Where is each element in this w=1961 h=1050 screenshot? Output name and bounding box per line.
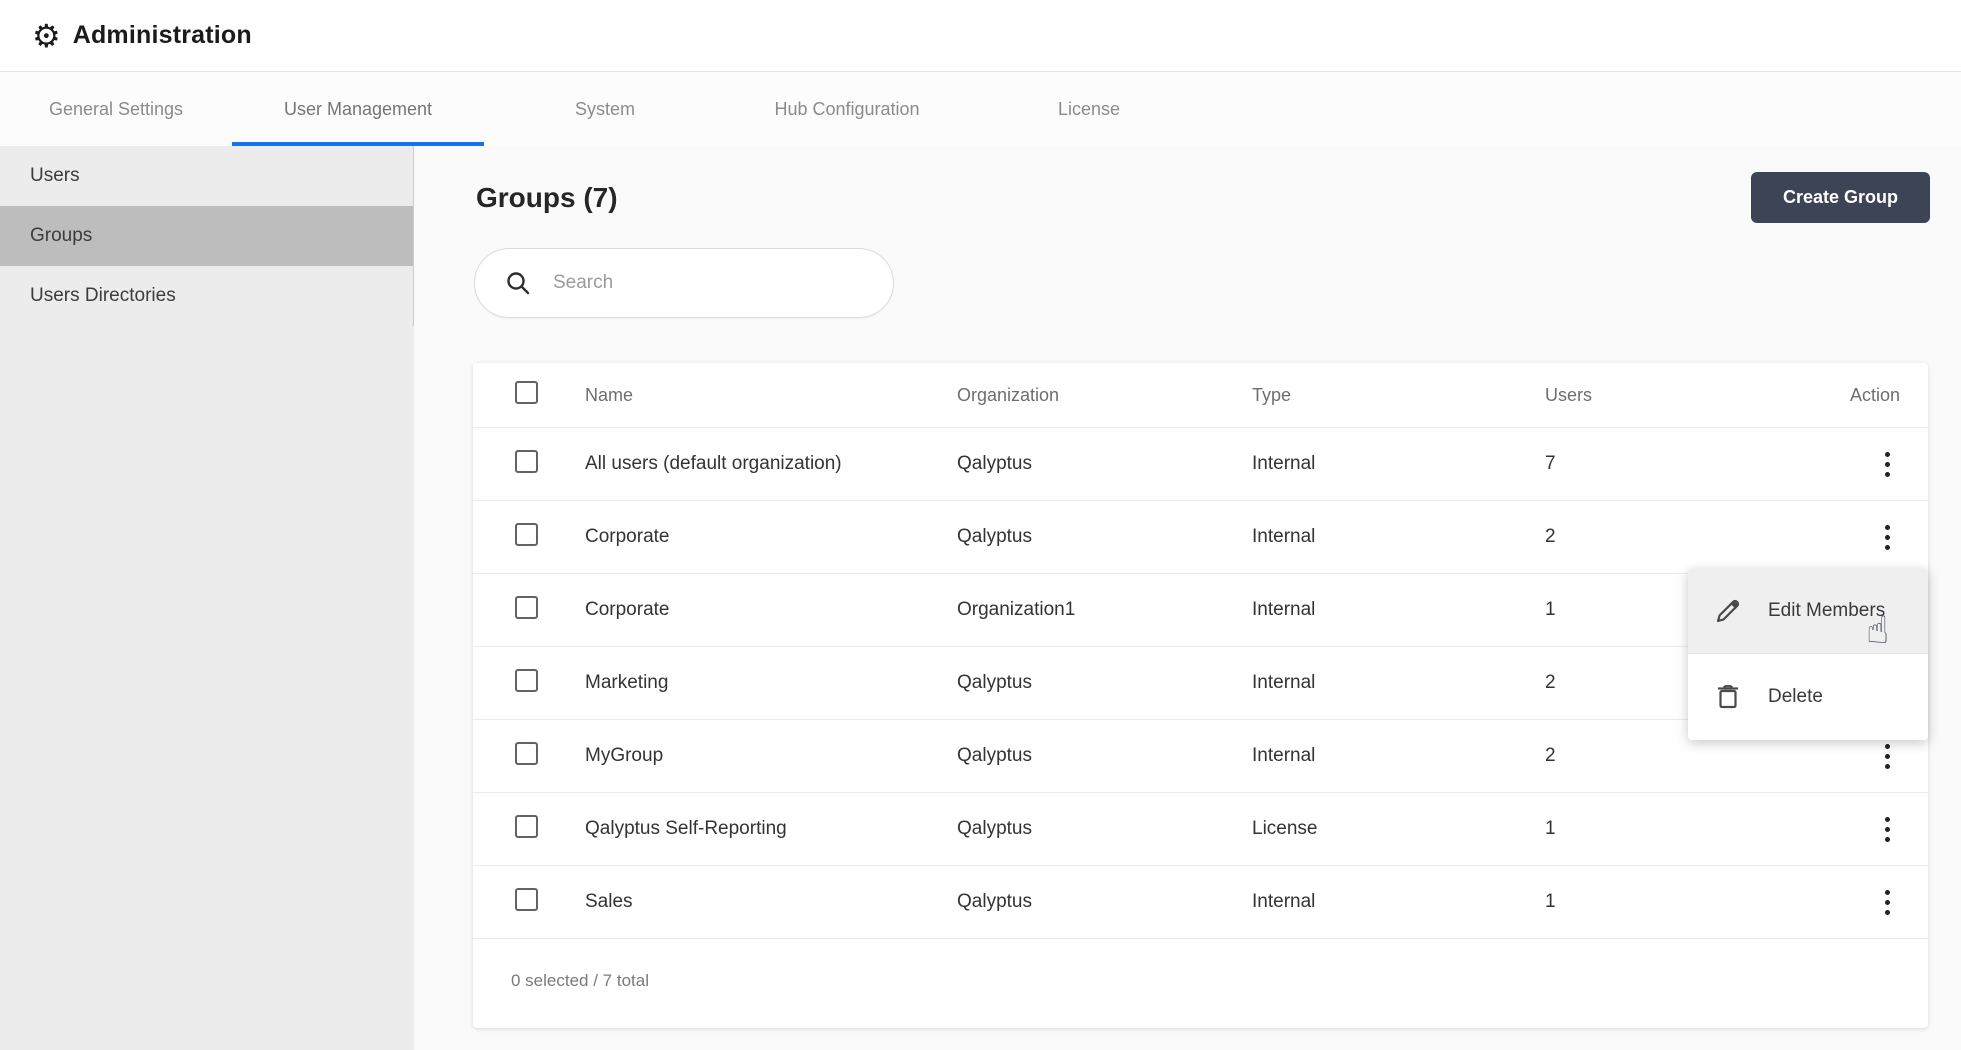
row-checkbox[interactable] (515, 742, 538, 765)
sidebar-item-users-directories[interactable]: Users Directories (0, 266, 413, 326)
row-actions-kebab-icon[interactable] (1875, 884, 1900, 921)
page-title: Administration (73, 21, 252, 50)
tab-general-settings[interactable]: General Settings (0, 72, 232, 146)
cell-organization: Qalyptus (957, 745, 1252, 767)
groups-heading: Groups (7) (476, 182, 618, 214)
search-input[interactable] (553, 272, 873, 294)
tab-system[interactable]: System (484, 72, 726, 146)
column-header-action: Action (1840, 385, 1900, 406)
column-header-name: Name (585, 385, 957, 406)
row-actions-menu: Edit Members Delete (1688, 569, 1928, 740)
cell-type: Internal (1252, 453, 1545, 475)
sidebar-items: Users Groups Users Directories (0, 146, 414, 326)
cell-type: Internal (1252, 891, 1545, 913)
select-all-checkbox[interactable] (515, 381, 538, 404)
search-box (474, 248, 894, 318)
cell-organization: Qalyptus (957, 453, 1252, 475)
menu-item-delete[interactable]: Delete (1688, 654, 1928, 739)
cell-users: 2 (1545, 745, 1840, 767)
cell-type: License (1252, 818, 1545, 840)
row-actions-kebab-icon[interactable] (1875, 446, 1900, 483)
tab-license[interactable]: License (968, 72, 1210, 146)
cell-name: Sales (585, 891, 957, 913)
cell-organization: Organization1 (957, 599, 1252, 621)
table-row: Sales Qalyptus Internal 1 (473, 866, 1928, 939)
pointer-cursor-icon: ☝ (1866, 608, 1889, 652)
create-group-button[interactable]: Create Group (1751, 172, 1930, 223)
row-checkbox[interactable] (515, 815, 538, 838)
cell-organization: Qalyptus (957, 672, 1252, 694)
cell-type: Internal (1252, 745, 1545, 767)
row-checkbox[interactable] (515, 669, 538, 692)
main-content: Groups (7) Create Group Name Organizatio… (414, 146, 1961, 1050)
cell-type: Internal (1252, 526, 1545, 548)
row-checkbox[interactable] (515, 450, 538, 473)
cell-name: MyGroup (585, 745, 957, 767)
table-row: All users (default organization) Qalyptu… (473, 428, 1928, 501)
cell-name: Corporate (585, 526, 957, 548)
tab-hub-configuration[interactable]: Hub Configuration (726, 72, 968, 146)
tab-user-management[interactable]: User Management (232, 72, 484, 146)
row-checkbox[interactable] (515, 523, 538, 546)
column-header-organization: Organization (957, 385, 1252, 406)
trash-icon (1714, 683, 1742, 711)
cell-type: Internal (1252, 599, 1545, 621)
cell-name: Corporate (585, 599, 957, 621)
cell-name: Marketing (585, 672, 957, 694)
sidebar-item-groups[interactable]: Groups (0, 206, 413, 266)
selection-summary: 0 selected / 7 total (473, 939, 1928, 1023)
cell-users: 1 (1545, 818, 1840, 840)
sidebar: Users Groups Users Directories (0, 146, 414, 1050)
top-tabbar: General Settings User Management System … (0, 72, 1961, 146)
cell-name: Qalyptus Self-Reporting (585, 818, 957, 840)
row-checkbox[interactable] (515, 888, 538, 911)
menu-item-label: Delete (1768, 686, 1823, 708)
sidebar-item-users[interactable]: Users (0, 146, 413, 206)
table-header-row: Name Organization Type Users Action (473, 363, 1928, 428)
table-row: Corporate Qalyptus Internal 2 (473, 501, 1928, 574)
cell-organization: Qalyptus (957, 891, 1252, 913)
row-actions-kebab-icon[interactable] (1875, 519, 1900, 556)
app-header: ⚙ Administration (0, 0, 1961, 72)
column-header-type: Type (1252, 385, 1545, 406)
cell-users: 1 (1545, 891, 1840, 913)
search-icon (505, 270, 531, 296)
table-row: Qalyptus Self-Reporting Qalyptus License… (473, 793, 1928, 866)
cell-name: All users (default organization) (585, 453, 957, 475)
cell-organization: Qalyptus (957, 526, 1252, 548)
cell-type: Internal (1252, 672, 1545, 694)
row-checkbox[interactable] (515, 596, 538, 619)
pencil-icon (1714, 597, 1742, 625)
cell-organization: Qalyptus (957, 818, 1252, 840)
menu-item-edit-members[interactable]: Edit Members (1688, 569, 1928, 654)
gear-icon: ⚙ (32, 20, 61, 52)
cell-users: 7 (1545, 453, 1840, 475)
row-actions-kebab-icon[interactable] (1875, 738, 1900, 775)
cell-users: 2 (1545, 526, 1840, 548)
row-actions-kebab-icon[interactable] (1875, 811, 1900, 848)
column-header-users: Users (1545, 385, 1840, 406)
